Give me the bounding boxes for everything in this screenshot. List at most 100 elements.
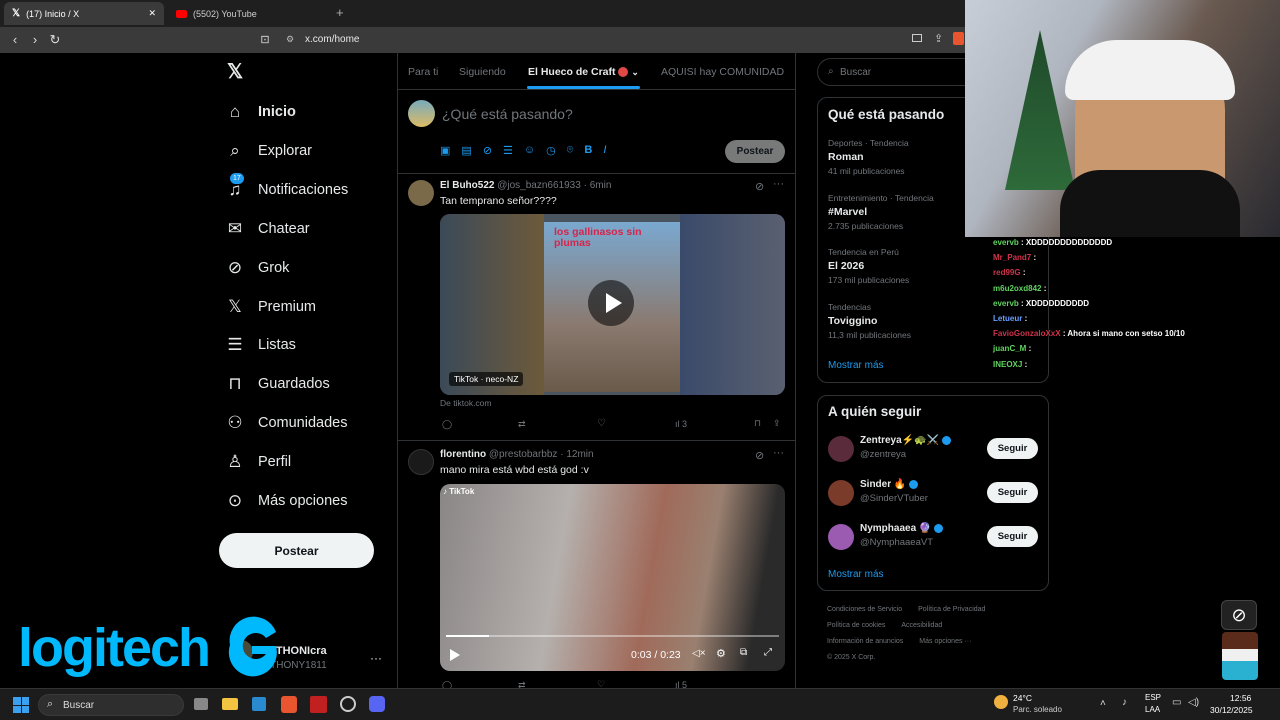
chat-username[interactable]: red99G	[993, 268, 1021, 277]
obs-icon[interactable]	[340, 696, 356, 712]
post-more-icon[interactable]: ···	[773, 447, 784, 459]
store-icon[interactable]	[252, 697, 266, 711]
compose-input[interactable]: ¿Qué está pasando?	[442, 106, 573, 122]
footer-link[interactable]: Condiciones de Servicio	[827, 606, 902, 622]
link-source[interactable]: De tiktok.com	[440, 398, 492, 408]
nav-item-bookmark[interactable]: ⊓ Guardados	[226, 371, 329, 397]
fullscreen-icon[interactable]: ⤢	[764, 647, 772, 658]
post-avatar[interactable]	[408, 449, 434, 475]
search-box[interactable]: ⌕ Buscar	[817, 58, 977, 86]
bold-icon[interactable]: B	[584, 144, 592, 157]
pip-icon[interactable]: ⧉	[740, 647, 747, 658]
settings-icon[interactable]: ⚙	[716, 647, 726, 660]
footer-link[interactable]: Más opciones ···	[919, 638, 971, 654]
mute-icon[interactable]: ◁×	[692, 648, 706, 659]
chat-username[interactable]: INEOXJ	[993, 360, 1022, 369]
nav-item-mail[interactable]: ✉ Chatear	[226, 216, 310, 242]
account-more-icon[interactable]: ···	[370, 651, 382, 665]
post-more-icon[interactable]: ···	[773, 178, 784, 190]
chat-username[interactable]: FavioGonzaloXxX	[993, 329, 1061, 338]
brave-shield-icon[interactable]	[953, 32, 964, 45]
tray-chevron-icon[interactable]: ˄	[1100, 698, 1106, 709]
back-icon[interactable]: ‹	[8, 33, 22, 47]
network-icon[interactable]: ▭	[1172, 697, 1181, 708]
x-logo-icon[interactable]: 𝕏	[227, 62, 245, 82]
italic-icon[interactable]: I	[603, 144, 606, 157]
post-handle[interactable]: @prestobarbbz	[489, 449, 558, 460]
reply-icon[interactable]: ◯	[442, 419, 452, 430]
cast-icon[interactable]	[912, 34, 922, 42]
post-avatar[interactable]	[408, 180, 434, 206]
post-video[interactable]: ♪ TikTok 0:03 / 0:23 ◁× ⚙ ⧉ ⤢	[440, 484, 785, 671]
nav-item-more-circle[interactable]: ⊙ Más opciones	[226, 488, 348, 514]
location-icon[interactable]: ⌾	[567, 144, 574, 157]
site-info-icon[interactable]: ⚙	[286, 34, 294, 45]
follow-show-more[interactable]: Mostrar más	[828, 569, 884, 580]
post-author[interactable]: florentino	[440, 449, 486, 460]
weather-icon[interactable]	[994, 695, 1008, 709]
chat-username[interactable]: evervb	[993, 238, 1019, 247]
emoji-icon[interactable]: ☺	[524, 144, 535, 157]
follow-button[interactable]: Seguir	[987, 482, 1038, 503]
grok-icon[interactable]: ⊘	[755, 449, 764, 462]
tab-x-home[interactable]: 𝕏 (17) Inicio / X ✕	[4, 2, 164, 25]
compose-post-button[interactable]: Postear	[725, 140, 785, 163]
discord-icon[interactable]	[369, 696, 385, 712]
tab-following[interactable]: Siguiendo	[459, 66, 506, 78]
post-media[interactable]: los gallinasos sin plumas TikTok · neco-…	[440, 214, 785, 395]
grok-floating-icon[interactable]: ⊘	[1221, 600, 1257, 630]
nav-item-home[interactable]: ⌂ Inicio	[226, 99, 296, 125]
avatar[interactable]	[828, 480, 854, 506]
footer-link[interactable]: Información de anuncios	[827, 638, 903, 654]
tab-youtube[interactable]: (5502) YouTube	[168, 2, 328, 25]
video-progress-track[interactable]	[446, 635, 779, 637]
new-tab-icon[interactable]: +	[336, 5, 344, 20]
poll-icon[interactable]: ☰	[503, 144, 513, 157]
footer-link[interactable]: Accesibilidad	[901, 622, 942, 638]
image-icon[interactable]: ▣	[440, 144, 450, 157]
chat-username[interactable]: juanC_M	[993, 344, 1026, 353]
nav-item-list[interactable]: ☰ Listas	[226, 332, 296, 358]
close-tab-icon[interactable]: ✕	[148, 8, 156, 19]
bookmark-page-icon[interactable]: ⊡	[258, 33, 272, 47]
avatar[interactable]	[828, 524, 854, 550]
trends-show-more[interactable]: Mostrar más	[828, 360, 884, 371]
post-button[interactable]: Postear	[219, 533, 374, 568]
bookmark-icon[interactable]: ⊓	[754, 418, 761, 429]
nav-item-search[interactable]: ⌕ Explorar	[226, 138, 312, 164]
footer-link[interactable]: © 2025 X Corp.	[827, 654, 875, 670]
reload-icon[interactable]: ↻	[48, 33, 62, 47]
volume-icon[interactable]: ◁)	[1188, 697, 1199, 708]
task-view-icon[interactable]	[194, 698, 208, 710]
video-play-icon[interactable]	[450, 649, 460, 661]
tab-community[interactable]: AQUISI hay COMUNIDAD	[661, 66, 784, 78]
clock-time[interactable]: 12:56	[1230, 693, 1251, 703]
follow-suggestion[interactable]: Nymphaaea 🔮 @NymphaaeaVT Seguir	[828, 522, 1040, 554]
post-handle[interactable]: @jos_bazn661933	[497, 180, 581, 191]
play-icon[interactable]	[588, 280, 634, 326]
repost-icon[interactable]: ⇄	[518, 419, 526, 430]
nav-item-people[interactable]: ⚇ Comunidades	[226, 410, 347, 436]
language-indicator[interactable]: ESP	[1145, 693, 1161, 702]
post-time[interactable]: 6min	[590, 180, 612, 191]
schedule-icon[interactable]: ◷	[546, 144, 556, 157]
follow-button[interactable]: Seguir	[987, 438, 1038, 459]
footer-link[interactable]: Política de Privacidad	[918, 606, 985, 622]
forward-icon[interactable]: ›	[28, 33, 42, 47]
file-explorer-icon[interactable]	[222, 698, 238, 710]
nav-item-person[interactable]: ♙ Perfil	[226, 449, 291, 475]
chat-username[interactable]: Mr_Pand7	[993, 253, 1031, 262]
nav-item-grok[interactable]: ⊘ Grok	[226, 255, 290, 281]
grok-icon[interactable]: ⊘	[483, 144, 492, 157]
windows-start-icon[interactable]	[13, 697, 29, 713]
follow-button[interactable]: Seguir	[987, 526, 1038, 547]
chat-username[interactable]: Letueur	[993, 314, 1022, 323]
share-icon[interactable]: ⇪	[773, 418, 781, 429]
follow-suggestion[interactable]: Sinder 🔥 @SinderVTuber Seguir	[828, 478, 1040, 510]
app-icon[interactable]	[310, 696, 327, 713]
follow-suggestion[interactable]: Zentreya⚡🐢⚔️ @zentreya Seguir	[828, 434, 1040, 466]
nav-item-bell[interactable]: ♫ 17 Notificaciones	[226, 172, 348, 203]
post-author[interactable]: El Buho522	[440, 180, 494, 191]
share-icon[interactable]: ⇪	[934, 32, 943, 45]
like-icon[interactable]: ♡	[597, 418, 606, 429]
